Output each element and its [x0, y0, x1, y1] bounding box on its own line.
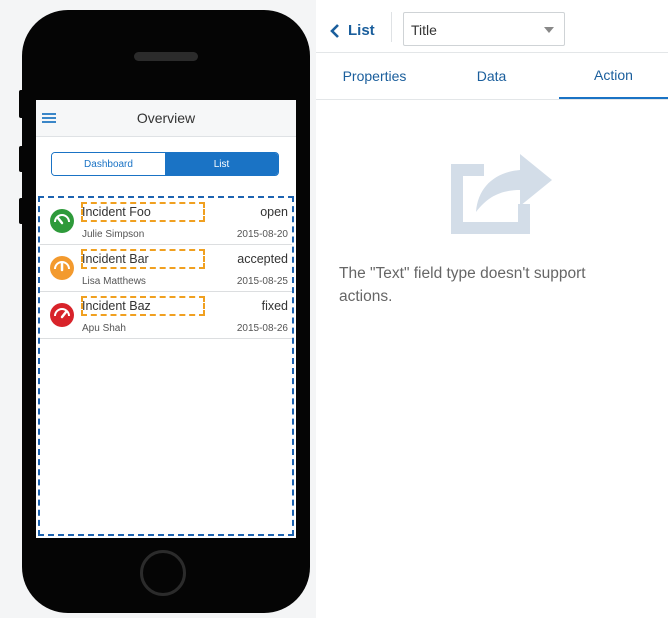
settings-panel: List Title Properties Data Action The "T…: [316, 0, 668, 618]
incident-date: 2015-08-20: [236, 229, 288, 240]
incident-status: fixed: [261, 299, 288, 313]
gauge-icon: [50, 256, 74, 280]
phone-volume-down: [19, 198, 24, 224]
share-arrow-icon: [451, 154, 552, 234]
app-header: Overview: [36, 100, 296, 137]
segment-list[interactable]: List: [165, 153, 278, 175]
list-item[interactable]: Incident Bar accepted Lisa Matthews 2015…: [40, 245, 292, 292]
chevron-left-icon: [330, 23, 339, 38]
panel-toolbar: List Title: [316, 0, 668, 53]
phone-speaker: [134, 52, 198, 61]
app-title: Overview: [136, 110, 196, 126]
phone-home-button: [140, 550, 186, 596]
tab-data[interactable]: Data: [433, 53, 550, 99]
field-select[interactable]: Title: [403, 12, 565, 46]
toolbar-divider: [391, 12, 392, 42]
list-item[interactable]: Incident Foo open Julie Simpson 2015-08-…: [40, 198, 292, 245]
incident-assignee: Lisa Matthews: [82, 276, 146, 287]
segment-dashboard[interactable]: Dashboard: [52, 153, 165, 175]
phone-volume-up: [19, 146, 24, 172]
caret-down-icon: [544, 27, 554, 33]
panel-tabs: Properties Data Action: [316, 53, 668, 100]
incident-status: open: [260, 205, 288, 219]
unsupported-action-message: The "Text" field type doesn't support ac…: [339, 265, 586, 305]
view-segmented-control: Dashboard List: [51, 152, 279, 176]
gauge-icon: [50, 303, 74, 327]
incident-title: Incident Baz: [82, 299, 151, 313]
incident-date: 2015-08-25: [236, 276, 288, 287]
incident-status: accepted: [237, 252, 288, 266]
incident-assignee: Apu Shah: [82, 323, 126, 334]
incident-assignee: Julie Simpson: [82, 229, 145, 240]
tab-properties[interactable]: Properties: [316, 53, 433, 99]
phone-screen: Overview Dashboard List Incident Foo ope…: [36, 100, 296, 538]
phone-frame: Overview Dashboard List Incident Foo ope…: [19, 10, 310, 613]
incident-title: Incident Bar: [82, 252, 149, 266]
incident-date: 2015-08-26: [236, 323, 288, 334]
phone-mute-switch: [19, 90, 24, 118]
tab-action[interactable]: Action: [559, 53, 668, 99]
list-item[interactable]: Incident Baz fixed Apu Shah 2015-08-26: [40, 292, 292, 339]
incident-title: Incident Foo: [82, 205, 151, 219]
back-label: List: [348, 22, 375, 39]
incident-list[interactable]: Incident Foo open Julie Simpson 2015-08-…: [38, 196, 294, 536]
field-select-value: Title: [411, 22, 437, 38]
back-button[interactable]: List: [330, 22, 375, 39]
gauge-icon: [50, 209, 74, 233]
